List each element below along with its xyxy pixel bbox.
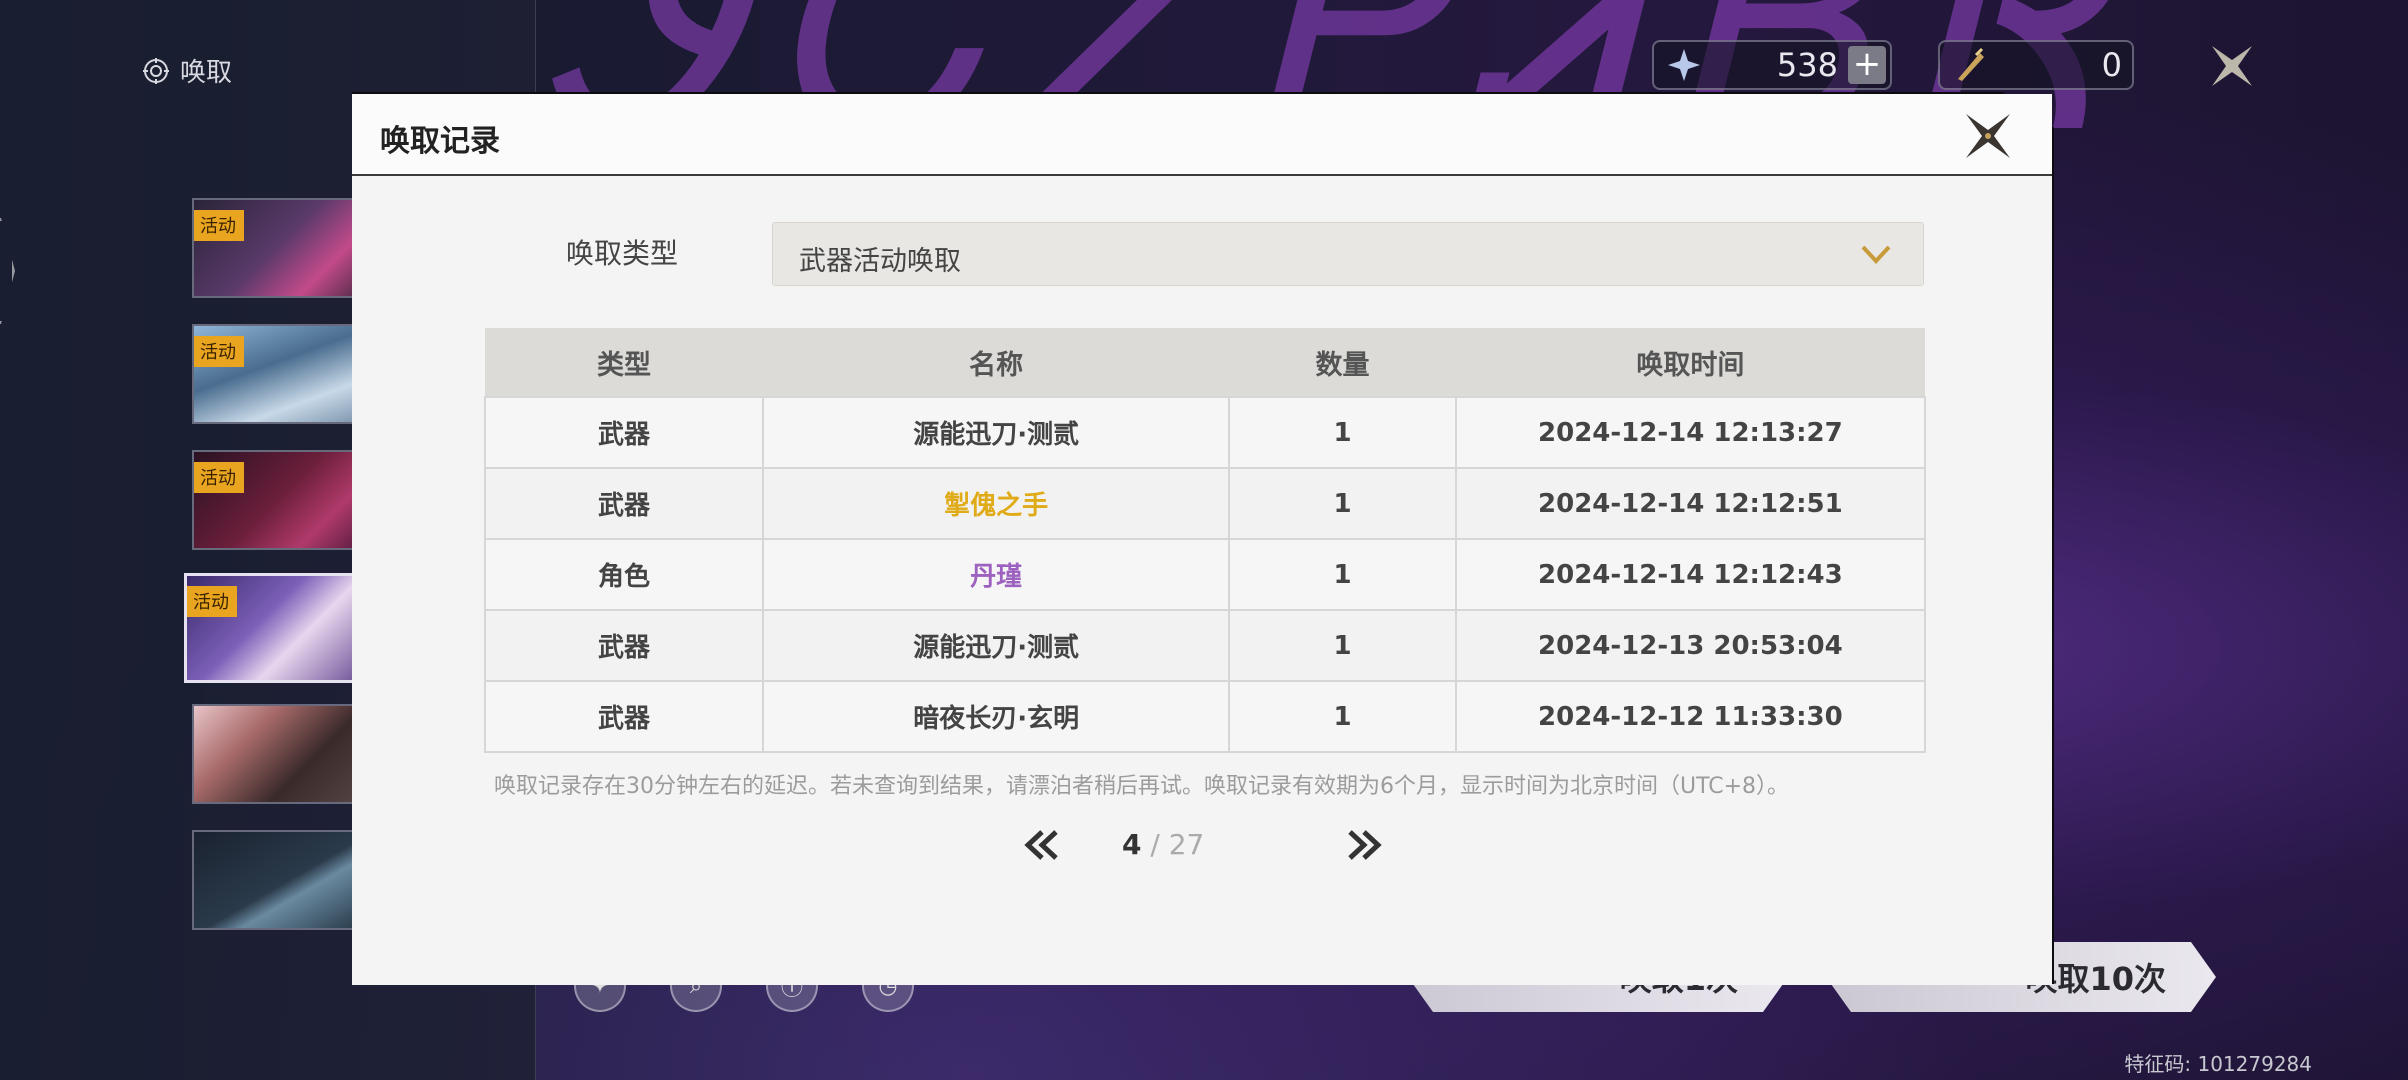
col-header-name: 名称 [762,328,1230,397]
col-header-count: 数量 [1229,328,1456,397]
forging-tide-icon [1958,47,1984,81]
modal-close-icon[interactable] [1962,110,2014,162]
astrite-icon [1668,49,1700,81]
convene-icon [143,57,169,84]
cell-time: 2024-12-13 20:53:04 [1454,609,1927,682]
chevron-down-icon [1861,245,1891,264]
cell-name: 掣傀之手 [761,467,1231,540]
tide-value: 0 [2101,46,2122,84]
cell-type: 武器 [484,680,764,753]
records-table: 类型 名称 数量 唤取时间 武器 源能迅刀·测贰 1 2024-12-14 12… [484,328,1927,753]
brand-label: 唤取 [180,58,233,88]
id-code: 特征码: 101279284 [2124,1052,2312,1076]
close-icon[interactable] [2204,38,2260,94]
table-row: 武器 源能迅刀·测贰 1 2024-12-13 20:53:04 [484,609,1927,682]
left-edge-arrow[interactable] [0,218,15,324]
cell-type: 武器 [484,609,764,682]
modal-header: 唤取记录 [352,94,2052,176]
table-row: 武器 源能迅刀·测贰 1 2024-12-14 12:13:27 [484,396,1927,469]
cell-type: 角色 [484,538,764,611]
banner-4-selected[interactable]: 活动 [184,573,380,683]
next-page-icon[interactable] [1344,828,1384,862]
convene-type-label: 唤取类型 [566,237,679,270]
cell-count: 1 [1228,538,1457,611]
cell-count: 1 [1228,609,1457,682]
page-separator: / [1150,828,1160,861]
astrite-value: 538 [1776,46,1838,84]
col-header-type: 类型 [485,328,763,397]
table-header-row: 类型 名称 数量 唤取时间 [485,328,1925,397]
banner-tag: 活动 [194,210,244,241]
banner-tag: 活动 [187,586,237,617]
cell-time: 2024-12-14 12:13:27 [1454,396,1927,469]
pagination: 4 / 27 [352,822,2052,872]
brand: 唤取 [142,52,232,89]
modal-title: 唤取记录 [380,124,500,159]
banner-tag: 活动 [194,336,244,367]
cell-name: 源能迅刀·测贰 [761,396,1231,469]
page-current: 4 [1122,828,1142,861]
convene-history-modal: 唤取记录 唤取类型 武器活动唤取 类型 名称 数量 唤取时间 武器 源能迅刀·测… [352,94,2052,985]
cell-time: 2024-12-14 12:12:43 [1454,538,1927,611]
prev-page-icon[interactable] [1022,828,1062,862]
cell-name: 暗夜长刃·玄明 [761,680,1231,753]
convene-type-value: 武器活动唤取 [799,246,961,277]
cell-count: 1 [1228,680,1457,753]
cell-name: 丹瑾 [761,538,1231,611]
page-total: 27 [1168,828,1205,861]
cell-time: 2024-12-12 11:33:30 [1454,680,1927,753]
tide-counter: 0 [1938,40,2134,90]
banner-tag: 活动 [194,462,244,493]
add-astrite-button[interactable]: + [1848,46,1886,84]
table-row: 武器 暗夜长刃·玄明 1 2024-12-12 11:33:30 [484,680,1927,753]
table-row: 角色 丹瑾 1 2024-12-14 12:12:43 [484,538,1927,611]
delay-note: 唤取记录存在30分钟左右的延迟。若未查询到结果，请漂泊者稍后再试。唤取记录有效期… [494,774,1790,799]
cell-count: 1 [1228,396,1457,469]
astrite-counter: 538 + [1652,40,1892,90]
cell-name: 源能迅刀·测贰 [761,609,1231,682]
cell-count: 1 [1228,467,1457,540]
col-header-time: 唤取时间 [1455,328,1925,397]
cell-type: 武器 [484,467,764,540]
cell-time: 2024-12-14 12:12:51 [1454,467,1927,540]
convene-type-dropdown[interactable]: 武器活动唤取 [772,222,1924,286]
cell-type: 武器 [484,396,764,469]
table-row: 武器 掣傀之手 1 2024-12-14 12:12:51 [484,467,1927,540]
page-indicator: 4 / 27 [1122,828,1302,861]
